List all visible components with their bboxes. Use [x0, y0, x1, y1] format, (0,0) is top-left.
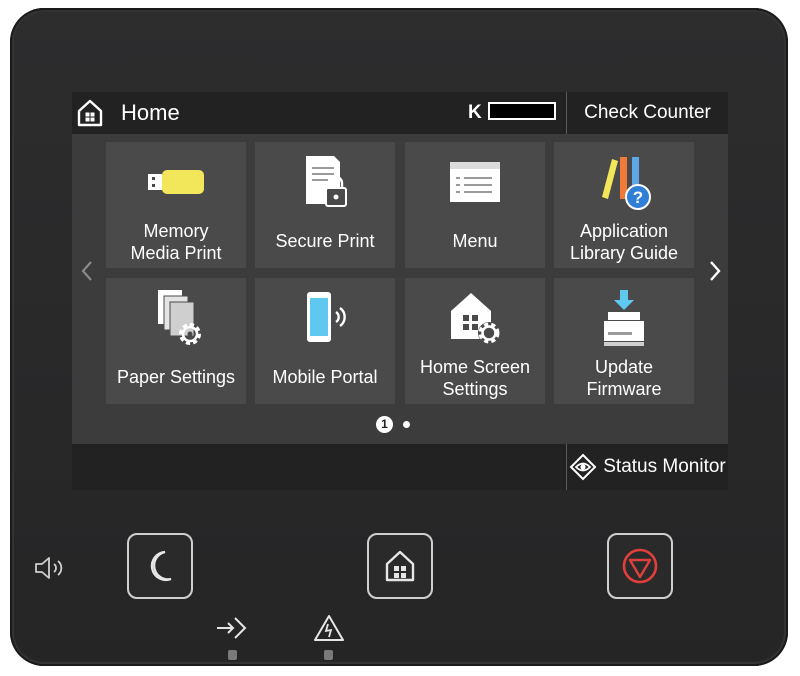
error-led [324, 650, 333, 660]
warning-icon [314, 615, 344, 641]
stop-button[interactable] [607, 533, 673, 599]
tile-label-line: Media Print [130, 243, 222, 263]
tile-label-line: Menu [452, 231, 498, 251]
page-dot-current[interactable]: 1 [376, 415, 393, 433]
tile-label: Update Firmware [554, 356, 694, 400]
eye-diamond-icon [569, 453, 597, 481]
tile-application-library-guide[interactable]: ? Application Library Guide [554, 142, 694, 268]
tile-label: Home Screen Settings [405, 356, 545, 400]
chevron-left-icon [81, 261, 92, 281]
update-firmware-icon [604, 290, 644, 346]
data-led [228, 650, 237, 660]
tile-label: Secure Print [255, 230, 395, 252]
previous-page-button[interactable] [76, 258, 98, 284]
speaker-icon [35, 557, 63, 579]
home-icon [385, 550, 415, 582]
toner-label: K [468, 102, 482, 123]
tile-label-line: Home Screen [419, 357, 531, 377]
stop-icon [622, 548, 658, 584]
status-monitor-button[interactable]: Status Monitor [566, 444, 728, 490]
app-grid: Memory Media Print Secure Print Menu ? A… [72, 134, 728, 444]
home-screen-settings-icon [451, 293, 500, 344]
tile-mobile-portal[interactable]: Mobile Portal [255, 278, 395, 404]
home-icon [77, 99, 103, 127]
application-library-guide-icon: ? [602, 157, 651, 210]
menu-list-icon [450, 162, 500, 202]
header-bar: Home K Check Counter [72, 92, 728, 134]
chevron-right-icon [710, 261, 721, 281]
error-indicator [312, 612, 346, 644]
home-screen-button[interactable] [76, 97, 104, 129]
tile-paper-settings[interactable]: Paper Settings [106, 278, 246, 404]
page-dot[interactable] [403, 420, 410, 428]
touch-screen: Home K Check Counter Memory Media Print … [72, 92, 728, 490]
mobile-portal-icon [307, 292, 346, 342]
tile-label-line: Secure Print [275, 231, 375, 251]
page-indicator: 1 [376, 414, 410, 434]
home-hardware-button[interactable] [367, 533, 433, 599]
next-page-button[interactable] [704, 258, 726, 284]
tile-label-line: Settings [442, 379, 508, 399]
check-counter-button[interactable]: Check Counter [566, 92, 728, 134]
footer-bar: Status Monitor [72, 444, 728, 490]
tile-home-screen-settings[interactable]: Home Screen Settings [405, 278, 545, 404]
tile-update-firmware[interactable]: Update Firmware [554, 278, 694, 404]
secure-document-icon [306, 156, 347, 207]
tile-label-line: Application [579, 221, 669, 241]
status-monitor-label: Status Monitor [603, 456, 726, 477]
usb-memory-icon [148, 170, 204, 194]
tile-label-line: Paper Settings [116, 367, 236, 387]
toner-level-fill [490, 104, 554, 118]
data-in-arrow-icon [217, 617, 247, 639]
moon-icon [150, 550, 172, 582]
tile-menu[interactable]: Menu [405, 142, 545, 268]
tile-label-line: Library Guide [569, 243, 679, 263]
page-title: Home [121, 100, 180, 125]
tile-label: Application Library Guide [554, 220, 694, 264]
tile-label: Menu [405, 230, 545, 252]
tile-secure-print[interactable]: Secure Print [255, 142, 395, 268]
tile-label-line: Firmware [586, 379, 662, 399]
tile-label: Paper Settings [106, 366, 246, 388]
svg-text:?: ? [633, 188, 643, 207]
tile-label: Memory Media Print [106, 220, 246, 264]
energy-saver-button[interactable] [127, 533, 193, 599]
paper-settings-icon [158, 290, 201, 345]
volume-indicator[interactable] [32, 554, 70, 582]
tile-label: Mobile Portal [255, 366, 395, 388]
tile-label-line: Mobile Portal [272, 367, 378, 387]
data-indicator [214, 612, 250, 644]
tile-label-line: Update [594, 357, 654, 377]
tile-memory-media-print[interactable]: Memory Media Print [106, 142, 246, 268]
toner-level-bar [488, 102, 556, 120]
tile-label-line: Memory [143, 221, 209, 241]
